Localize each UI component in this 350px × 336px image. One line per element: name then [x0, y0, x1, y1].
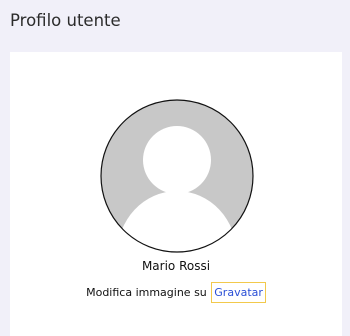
profile-card: Mario Rossi Modifica immagine su Gravata…	[10, 52, 342, 336]
edit-avatar-text: Modifica immagine su	[86, 286, 207, 299]
gravatar-link[interactable]: Gravatar	[211, 282, 266, 303]
edit-avatar-row: Modifica immagine su Gravatar	[10, 282, 342, 304]
page-title: Profilo utente	[10, 11, 121, 30]
default-user-avatar-icon	[100, 99, 254, 253]
user-name: Mario Rossi	[141, 259, 211, 273]
profile-page: Profilo utente Mario Rossi Modifica imma…	[0, 0, 350, 336]
